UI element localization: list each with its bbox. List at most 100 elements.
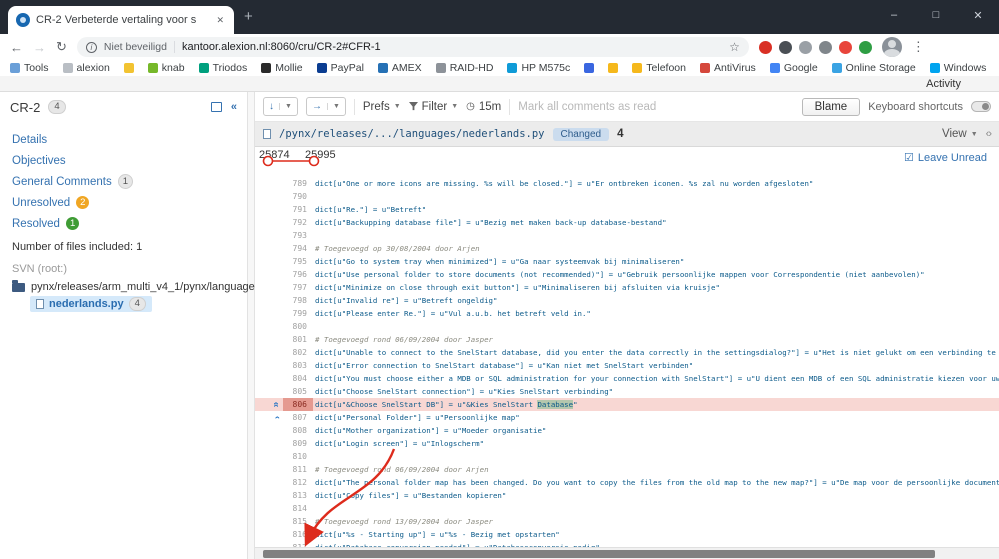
chevron-down-icon[interactable]: ▼ (279, 103, 297, 110)
security-label[interactable]: Niet beveiligd (104, 41, 167, 53)
diff-line[interactable]: 796 dict[u"Use personal folder to store d… (255, 268, 999, 281)
diff-line[interactable]: 812 dict[u"The personal folder map has be… (255, 476, 999, 489)
extension-icon[interactable] (858, 40, 872, 54)
diff-line[interactable]: 794 # Toegevoegd op 30/08/2004 door Arjen (255, 242, 999, 255)
file-path[interactable]: /pynx/releases/.../languages/nederlands.… (279, 128, 545, 140)
horizontal-scrollbar[interactable] (255, 547, 999, 559)
bookmark-item[interactable]: Tools (10, 62, 49, 74)
tree-folder-row[interactable]: pynx/releases/arm_multi_v4_1/pynx/langua… (0, 277, 260, 293)
browser-menu-icon[interactable]: ⋮ (912, 39, 925, 55)
extension-icon[interactable] (838, 40, 852, 54)
url-text[interactable]: kantoor.alexion.nl:8060/cru/CR-2#CFR-1 (182, 41, 722, 53)
bookmark-item[interactable] (123, 63, 134, 73)
sidebar-link-objectives[interactable]: Objectives (12, 155, 66, 167)
diff-code-area[interactable]: 789 dict[u"One or more icons are missing.… (255, 172, 999, 547)
reload-icon[interactable]: ↻ (56, 39, 67, 55)
diff-line[interactable]: 789 dict[u"One or more icons are missing.… (255, 177, 999, 190)
bookmark-item[interactable] (608, 63, 619, 73)
next-comment-button[interactable]: ↓ ▼ (263, 97, 298, 116)
browser-tab[interactable]: CR-2 Verbeterde vertaling voor s ✕ (8, 6, 234, 34)
new-tab-button[interactable]: + (244, 8, 253, 25)
bookmark-item[interactable]: Telefoon (632, 62, 686, 74)
mark-all-read-button[interactable]: Mark all comments as read (518, 101, 656, 113)
diff-line[interactable]: 793 (255, 229, 999, 242)
diff-line[interactable]: 800 (255, 320, 999, 333)
bookmark-item[interactable]: knab (147, 62, 185, 74)
sidebar-link-resolved[interactable]: Resolved (12, 218, 60, 230)
diff-line[interactable]: 801 # Toegevoegd rond 06/09/2004 door Jas… (255, 333, 999, 346)
activity-link[interactable]: Activity (926, 78, 961, 90)
diff-line[interactable]: 802 dict[u"Unable to connect to the SnelS… (255, 346, 999, 359)
blame-button[interactable]: Blame (801, 97, 861, 116)
diff-line[interactable]: 803 dict[u"Error connection to SnelStart … (255, 359, 999, 372)
bookmark-item[interactable]: RAID-HD (435, 62, 493, 74)
chevron-down-icon[interactable]: ▼ (326, 103, 345, 110)
bookmark-item[interactable]: AMEX (377, 62, 422, 74)
diff-line[interactable]: 791 dict[u"Re."] = u"Betreft" (255, 203, 999, 216)
diff-line[interactable]: 795 dict[u"Go to system tray when minimiz… (255, 255, 999, 268)
bookmark-item[interactable]: PayPal (316, 62, 364, 74)
sidebar-resize-handle[interactable] (247, 92, 255, 559)
revision-from[interactable]: 25874 (259, 149, 290, 161)
revision-to[interactable]: 25995 (305, 149, 336, 161)
source-view-icon[interactable]: ‹› (986, 128, 992, 140)
comment-marker-icon[interactable]: ‹ (272, 416, 283, 419)
bookmark-item[interactable] (584, 63, 595, 73)
diff-line[interactable]: 816 dict[u"%s - Starting up"] = u"%s - Be… (255, 528, 999, 541)
diff-line[interactable]: 798 dict[u"Invalid re"] = u"Betreft ongel… (255, 294, 999, 307)
diff-line[interactable]: 805 dict[u"Choose SnelStart connection"] … (255, 385, 999, 398)
diff-line[interactable]: 811 # Toegevoegd rond 06/09/2004 door Arj… (255, 463, 999, 476)
bookmark-item[interactable]: Google (769, 62, 818, 74)
bookmark-item[interactable]: Triodos (198, 62, 247, 74)
forward-icon[interactable]: → (33, 40, 46, 55)
bookmark-item[interactable]: Online Storage (831, 62, 916, 74)
filter-button[interactable]: Filter ▼ (408, 101, 458, 113)
bookmark-item[interactable]: AntiVirus (699, 62, 756, 74)
timer-button[interactable]: ◷ 15m (466, 101, 501, 113)
info-icon[interactable]: i (85, 41, 97, 53)
diff-line[interactable]: ‹ 807 dict[u"Personal Folder"] = u"Persoon… (255, 411, 999, 424)
leave-unread-checkbox[interactable]: ☑ Leave Unread (904, 151, 987, 165)
diff-line[interactable]: 810 (255, 450, 999, 463)
view-menu-button[interactable]: View ▼ (942, 128, 978, 140)
extension-icon[interactable] (778, 40, 792, 54)
prefs-button[interactable]: Prefs ▼ (363, 101, 401, 113)
diff-line[interactable]: 790 (255, 190, 999, 203)
diff-line[interactable]: 809 dict[u"Login screen"] = u"Inlogscherm… (255, 437, 999, 450)
diff-line[interactable]: 799 dict[u"Please enter Re."] = u"Vul a.u… (255, 307, 999, 320)
diff-line[interactable]: 792 dict[u"Backupping database file"] = u… (255, 216, 999, 229)
profile-avatar[interactable] (881, 37, 902, 57)
bookmark-item[interactable]: alexion (62, 62, 110, 74)
diff-line[interactable]: 813 dict[u"Copy files"] = u"Bestanden kop… (255, 489, 999, 502)
back-icon[interactable]: ← (10, 40, 23, 55)
tree-file-row-selected[interactable]: nederlands.py 4 (30, 296, 152, 312)
open-in-new-window-icon[interactable] (210, 102, 222, 112)
address-bar[interactable]: i Niet beveiligd kantoor.alexion.nl:8060… (76, 37, 749, 57)
window-minimize-button[interactable]: – (873, 0, 915, 30)
diff-line[interactable]: 814 (255, 502, 999, 515)
collapse-sidebar-icon[interactable]: « (231, 102, 237, 113)
bookmark-item[interactable]: Windows (929, 62, 986, 74)
diff-line[interactable]: «806 dict[u"&Choose SnelStart DB"] = u"&K… (255, 398, 999, 411)
sidebar-link-general-comments[interactable]: General Comments (12, 176, 112, 188)
comment-marker-icon[interactable]: « (271, 402, 282, 408)
window-maximize-button[interactable]: □ (915, 0, 957, 30)
bookmark-favicon (198, 63, 209, 73)
diff-line[interactable]: 808 dict[u"Mother organization"] = u"Moed… (255, 424, 999, 437)
extension-icon[interactable] (758, 40, 772, 54)
extension-icon[interactable] (798, 40, 812, 54)
scrollbar-thumb[interactable] (263, 550, 935, 558)
extension-icon[interactable] (818, 40, 832, 54)
tab-close-icon[interactable]: ✕ (214, 13, 226, 28)
diff-line[interactable]: 804 dict[u"You must choose either a MDB o… (255, 372, 999, 385)
keyboard-shortcuts-toggle[interactable] (971, 101, 991, 112)
sidebar-link-details[interactable]: Details (12, 134, 47, 146)
window-close-button[interactable]: ✕ (957, 0, 999, 30)
bookmark-item[interactable]: HP M575c (507, 62, 570, 74)
diff-line[interactable]: 815 # Toegevoegd rond 13/09/2004 door Jas… (255, 515, 999, 528)
bookmark-star-icon[interactable]: ☆ (729, 40, 740, 54)
next-file-button[interactable]: → ▼ (305, 97, 346, 116)
bookmark-item[interactable]: Mollie (261, 62, 303, 74)
sidebar-link-unresolved[interactable]: Unresolved (12, 197, 70, 209)
diff-line[interactable]: 797 dict[u"Minimize on close through exit… (255, 281, 999, 294)
